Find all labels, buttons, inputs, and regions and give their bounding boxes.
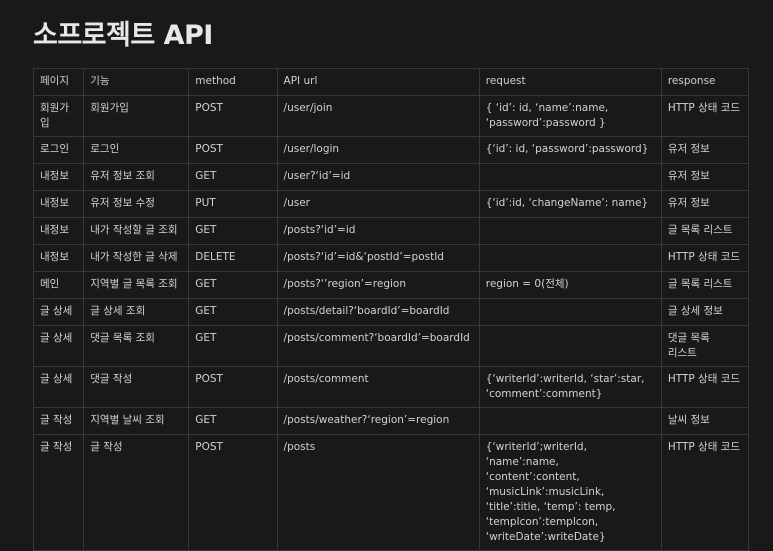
cell-method: POST (188, 95, 278, 137)
cell-url: /user/login (276, 136, 480, 164)
cell-request (478, 217, 662, 245)
cell-page: 글 상세 (32, 325, 85, 367)
cell-url: /posts (276, 434, 480, 551)
table-row: 글 작성 지역별 날씨 조회 GET/posts/weather?‘region’=… (32, 407, 750, 435)
cell-page: 메인 (32, 271, 85, 299)
cell-response: 글 목록 리스트 (660, 217, 750, 245)
column-header-page: 페이지 (32, 68, 85, 96)
cell-method: POST (188, 136, 278, 164)
cell-feature: 유저 정보 수정 (83, 190, 190, 218)
cell-response: 글 상세 정보 (660, 298, 750, 326)
cell-method: DELETE (188, 244, 278, 272)
cell-url: /posts/detail?‘boardId’=boardId (276, 298, 480, 326)
cell-response: 유저 정보 (660, 136, 750, 164)
cell-url: /posts/comment (276, 366, 480, 408)
cell-page: 내정보 (32, 190, 85, 218)
cell-method: GET (188, 407, 278, 435)
cell-url: /posts?‘’region’=region (276, 271, 480, 299)
cell-feature: 지역별 날씨 조회 (83, 407, 190, 435)
cell-response: 글 목록 리스트 (660, 271, 750, 299)
cell-request: {‘writerId’;writerId, ‘name’:name, ‘cont… (478, 434, 662, 551)
cell-page: 내정보 (32, 163, 85, 191)
cell-response: HTTP 상태 코드 (660, 244, 750, 272)
cell-method: POST (188, 366, 278, 408)
cell-method: PUT (188, 190, 278, 218)
cell-request (478, 325, 662, 367)
cell-response: HTTP 상태 코드 (660, 434, 750, 551)
table-row: 회원가입 회원가입 POST/user/join{ ‘id’: id, ‘name’… (32, 95, 750, 137)
cell-feature: 글 상세 조회 (83, 298, 190, 326)
cell-url: /user?‘id’=id (276, 163, 480, 191)
cell-request: {‘id’:id, ‘changeName’: name} (478, 190, 662, 218)
cell-url: /posts/comment?‘boardId’=boardId (276, 325, 480, 367)
column-header-feature: 기능 (83, 68, 190, 96)
api-table: 페이지 기능 method API url request response 회… (32, 68, 750, 551)
cell-url: /user/join (276, 95, 480, 137)
cell-request: region = 0(전체) (478, 271, 662, 299)
cell-page: 회원가입 (32, 95, 85, 137)
cell-response: HTTP 상태 코드 (660, 95, 750, 137)
table-row: 로그인 로그인 POST/user/login {‘id’: id, ‘passwor… (32, 136, 750, 164)
cell-feature: 글 작성 (83, 434, 190, 551)
table-row: 글 상세 댓글 작성 POST/posts/comment {‘writerId’:w… (32, 366, 750, 408)
cell-method: GET (188, 217, 278, 245)
cell-feature: 회원가입 (83, 95, 190, 137)
table-row: 내정보 내가 작성할 글 조회 GET/posts?‘id’=id 글 목록 리스트 (32, 217, 750, 245)
table-row: 글 작성 글 작성 POST/posts {‘writerId’;writerId, … (32, 434, 750, 551)
column-header-method: method (188, 68, 278, 96)
cell-feature: 내가 작성할 글 조회 (83, 217, 190, 245)
table-row: 내정보 유저 정보 수정 PUT/user {‘id’:id, ‘changeName… (32, 190, 750, 218)
page: 소프로젝트 API 페이지 기능 method API url request … (0, 0, 773, 551)
cell-request: {‘id’: id, ‘password’:password} (478, 136, 662, 164)
cell-url: /user (276, 190, 480, 218)
cell-page: 글 상세 (32, 366, 85, 408)
table-row: 내정보 유저 정보 조회 GET/user?‘id’=id 유저 정보 (32, 163, 750, 191)
cell-url: /posts/weather?‘region’=region (276, 407, 480, 435)
cell-page: 내정보 (32, 244, 85, 272)
cell-request (478, 407, 662, 435)
table-header-row: 페이지 기능 method API url request response (32, 68, 750, 96)
cell-method: GET (188, 271, 278, 299)
cell-page: 로그인 (32, 136, 85, 164)
cell-url: /posts?‘id’=id&‘postId’=postId (276, 244, 480, 272)
column-header-request: request (478, 68, 662, 96)
table-row: 내정보 내가 작성한 글 삭제 DELETE/posts?‘id’=id&‘post… (32, 244, 750, 272)
cell-feature: 댓글 작성 (83, 366, 190, 408)
cell-request (478, 298, 662, 326)
cell-feature: 로그인 (83, 136, 190, 164)
cell-feature: 내가 작성한 글 삭제 (83, 244, 190, 272)
table-row: 글 상세 댓글 목록 조회 GET/posts/comment?‘boardId’=… (32, 325, 750, 367)
cell-method: GET (188, 163, 278, 191)
cell-method: GET (188, 325, 278, 367)
cell-response: 댓글 목록 리스트 (660, 325, 750, 367)
cell-url: /posts?‘id’=id (276, 217, 480, 245)
table-body: 회원가입 회원가입 POST/user/join{ ‘id’: id, ‘name’… (32, 95, 750, 551)
cell-method: GET (188, 298, 278, 326)
cell-response: 유저 정보 (660, 163, 750, 191)
table-row: 글 상세 글 상세 조회 GET/posts/detail?‘boardId’=bo… (32, 298, 750, 326)
cell-page: 내정보 (32, 217, 85, 245)
cell-page: 글 작성 (32, 434, 85, 551)
column-header-url: API url (276, 68, 480, 96)
table-row: 메인 지역별 글 목록 조회 GET/posts?‘’region’=region r… (32, 271, 750, 299)
cell-method: POST (188, 434, 278, 551)
cell-response: 유저 정보 (660, 190, 750, 218)
cell-page: 글 작성 (32, 407, 85, 435)
column-header-response: response (660, 68, 750, 96)
cell-feature: 댓글 목록 조회 (83, 325, 190, 367)
cell-feature: 유저 정보 조회 (83, 163, 190, 191)
cell-feature: 지역별 글 목록 조회 (83, 271, 190, 299)
cell-response: 날씨 정보 (660, 407, 750, 435)
cell-request: { ‘id’: id, ‘name’:name, ‘password’:pass… (478, 95, 662, 137)
cell-request: {‘writerId’:writerId, ‘star’:star, ‘comm… (478, 366, 662, 408)
page-title: 소프로젝트 API (33, 20, 213, 51)
cell-request (478, 163, 662, 191)
cell-page: 글 상세 (32, 298, 85, 326)
cell-response: HTTP 상태 코드 (660, 366, 750, 408)
cell-request (478, 244, 662, 272)
